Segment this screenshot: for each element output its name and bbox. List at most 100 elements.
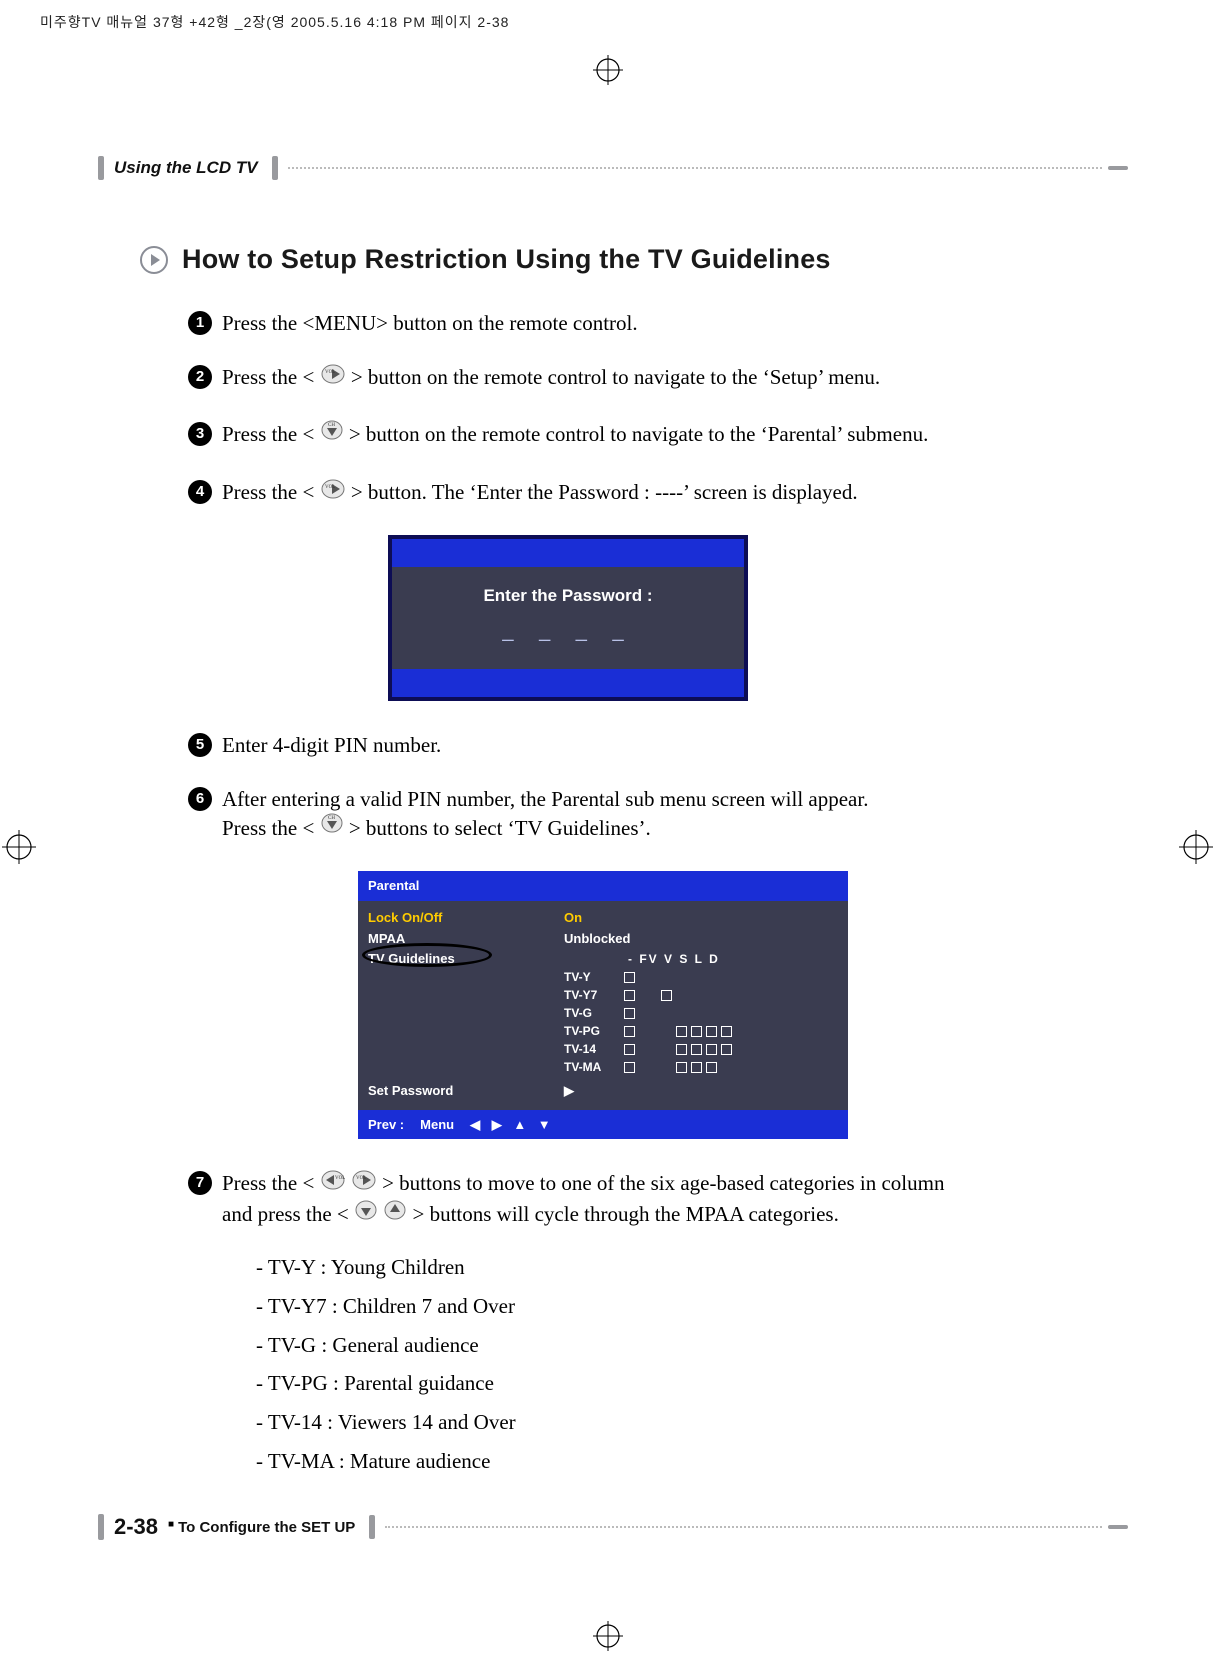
step-text: Enter 4-digit PIN number. <box>222 731 1048 759</box>
footer-square-icon: ■ <box>168 1519 174 1530</box>
rating-desc: - TV-Y7 : Children 7 and Over <box>256 1287 1048 1326</box>
svg-text:VOL: VOL <box>335 1176 345 1181</box>
osd-checkbox-icon <box>706 1026 717 1037</box>
osd-rating-label: TV-14 <box>564 1040 624 1058</box>
remote-ch-down-icon: CH <box>320 419 344 450</box>
osd-checkbox-icon <box>706 1044 717 1055</box>
header-section-title: Using the LCD TV <box>114 158 258 178</box>
osd-checkbox-icon <box>691 1062 702 1073</box>
step-text: > buttons to move to one of the six age-… <box>382 1171 944 1195</box>
step-text: and press the < <box>222 1202 349 1226</box>
osd-checkbox-icon <box>676 1044 687 1055</box>
step-number-icon: 5 <box>188 733 212 757</box>
footer-bar-icon <box>369 1515 375 1539</box>
step-number-icon: 3 <box>188 422 212 446</box>
registration-mark-right <box>1179 830 1213 869</box>
osd-checkbox-icon <box>676 1026 687 1037</box>
osd-tvguidelines-item: TV Guidelines <box>368 950 548 968</box>
step-5: 5 Enter 4-digit PIN number. <box>188 731 1048 759</box>
osd-checkbox-icon <box>624 1044 635 1055</box>
step-text: Press the <MENU> button on the remote co… <box>222 309 1048 337</box>
osd-checkbox-icon <box>624 1008 635 1019</box>
remote-ch-down-icon: CH <box>320 812 344 843</box>
header-end-icon <box>1108 166 1128 170</box>
step-2: 2 Press the < VOL > button on the remote… <box>188 363 1048 394</box>
header-bar-icon <box>98 156 104 180</box>
footer-subtitle: To Configure the SET UP <box>178 1519 355 1536</box>
osd-rating-label: TV-Y <box>564 968 624 986</box>
step-text: > button. The ‘Enter the Password : ----… <box>351 480 858 504</box>
osd-prev-label: Prev : <box>368 1116 404 1134</box>
parental-menu-figure: Parental Lock On/Off MPAA TV Guidelines … <box>358 871 1048 1139</box>
svg-text:VOL: VOL <box>325 485 335 490</box>
osd-on-value: On <box>564 909 842 927</box>
step-text: > buttons to select ‘TV Guidelines’. <box>349 816 651 840</box>
osd-rating-row: TV-MA <box>564 1058 842 1076</box>
step-number-icon: 7 <box>188 1171 212 1195</box>
osd-rating-label: TV-PG <box>564 1022 624 1040</box>
osd-checkbox-icon <box>706 1062 717 1073</box>
osd-checkbox-icon <box>624 1026 635 1037</box>
osd-checkbox-icon <box>691 1026 702 1037</box>
remote-vol-left-icon: VOL <box>320 1169 346 1198</box>
osd-checkbox-icon <box>624 1062 635 1073</box>
step-6: 6 After entering a valid PIN number, the… <box>188 785 1048 845</box>
remote-ch-up-icon <box>383 1199 407 1230</box>
step-text: > button on the remote control to naviga… <box>349 422 928 446</box>
rating-desc: - TV-Y : Young Children <box>256 1248 1048 1287</box>
osd-rating-row: TV-Y <box>564 968 842 986</box>
osd-top-bar <box>392 539 744 567</box>
remote-vol-right-icon: VOL <box>320 363 346 392</box>
osd-checkbox-icon <box>661 990 672 1001</box>
osd-rating-label: TV-Y7 <box>564 986 624 1004</box>
step-number-icon: 4 <box>188 480 212 504</box>
osd-checkbox-icon <box>624 990 635 1001</box>
osd-checkbox-icon <box>721 1026 732 1037</box>
osd-checkbox-icon <box>691 1044 702 1055</box>
remote-vol-right-icon: VOL <box>320 478 346 507</box>
remote-vol-right-icon: VOL <box>351 1169 377 1198</box>
step-text: > buttons will cycle through the MPAA ca… <box>412 1202 838 1226</box>
osd-rating-label: TV-MA <box>564 1058 624 1076</box>
step-text: Press the < <box>222 816 314 840</box>
password-screen-figure: Enter the Password : _ _ _ _ <box>388 535 1048 701</box>
footer-divider <box>385 1526 1102 1528</box>
step-4: 4 Press the < VOL > button. The ‘Enter t… <box>188 478 1048 509</box>
step-7: 7 Press the < VOL VOL > buttons to move … <box>188 1169 1048 1481</box>
section-bullet-icon <box>140 246 168 274</box>
osd-rating-row: TV-14 <box>564 1040 842 1058</box>
header-row: Using the LCD TV <box>98 156 1128 180</box>
osd-menu-title: Parental <box>358 871 848 901</box>
step-text: Press the < <box>222 422 314 446</box>
svg-text:VOL: VOL <box>325 370 335 375</box>
osd-nav-arrows-icon: ◀ ▶ ▲ ▼ <box>470 1116 555 1134</box>
osd-rating-row: TV-Y7 <box>564 986 842 1004</box>
osd-play-icon: ▶ <box>564 1082 842 1100</box>
step-3: 3 Press the < CH > button on the remote … <box>188 420 1048 452</box>
osd-lock-item: Lock On/Off <box>368 909 548 927</box>
registration-mark-top <box>593 55 623 85</box>
callout-circle-icon <box>362 943 492 967</box>
osd-setpassword-item: Set Password <box>368 1082 548 1100</box>
step-text: Press the < <box>222 1171 314 1195</box>
svg-text:CH: CH <box>328 816 335 821</box>
rating-desc: - TV-PG : Parental guidance <box>256 1364 1048 1403</box>
rating-desc: - TV-G : General audience <box>256 1326 1048 1365</box>
step-text: Press the < <box>222 365 314 389</box>
svg-text:VOL: VOL <box>356 1176 366 1181</box>
osd-column-headers: - FV V S L D <box>628 950 720 968</box>
title-row: How to Setup Restriction Using the TV Gu… <box>140 244 1128 275</box>
rating-desc: - TV-MA : Mature audience <box>256 1442 1048 1481</box>
step-number-icon: 6 <box>188 787 212 811</box>
print-job-label: 미주향TV 매뉴얼 37형 +42형 _2장(영 2005.5.16 4:18 … <box>40 12 509 32</box>
footer-row: 2-38 ■ To Configure the SET UP <box>98 1514 1128 1540</box>
step-1: 1 Press the <MENU> button on the remote … <box>188 309 1048 337</box>
header-bar-icon <box>272 156 278 180</box>
svg-text:CH: CH <box>328 423 335 428</box>
rating-desc: - TV-14 : Viewers 14 and Over <box>256 1403 1048 1442</box>
step-text: After entering a valid PIN number, the P… <box>222 787 868 811</box>
header-divider <box>288 167 1102 169</box>
registration-mark-bottom <box>593 1621 623 1656</box>
step-number-icon: 1 <box>188 311 212 335</box>
osd-password-field: _ _ _ _ <box>392 618 744 645</box>
